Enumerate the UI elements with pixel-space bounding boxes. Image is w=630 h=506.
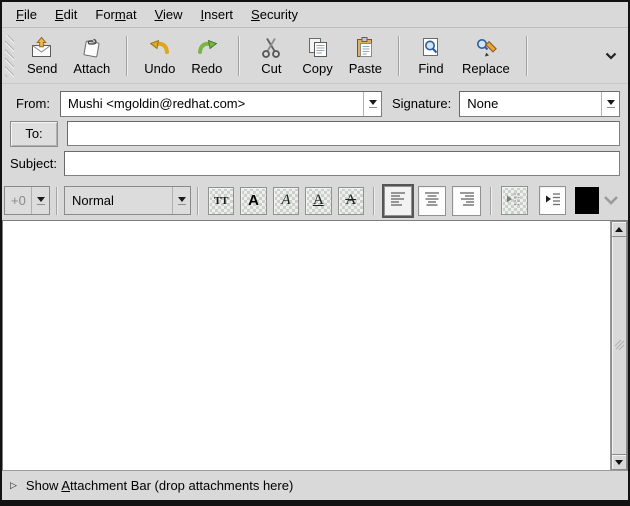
find-icon	[418, 34, 444, 61]
toolbar-grip[interactable]	[5, 35, 14, 77]
cut-icon	[258, 34, 284, 61]
format-toolbar: +0 Normal TT A A A A	[2, 181, 628, 220]
menu-security[interactable]: Security	[242, 4, 307, 25]
menu-insert[interactable]: Insert	[192, 4, 243, 25]
undo-button[interactable]: Undo	[136, 32, 183, 80]
indent-button[interactable]	[539, 186, 566, 215]
menu-file[interactable]: File	[7, 4, 46, 25]
arrow-up-icon	[615, 227, 623, 232]
signature-value: None	[460, 92, 601, 116]
attach-icon	[79, 34, 105, 61]
menu-format[interactable]: Format	[86, 4, 145, 25]
header-fields: From: Mushi <mgoldin@redhat.com> Signatu…	[2, 84, 628, 181]
menubar: File Edit Format View Insert Security	[2, 2, 628, 28]
subject-entry	[64, 151, 620, 176]
subject-input[interactable]	[65, 153, 619, 174]
font-color-button[interactable]	[575, 187, 599, 214]
from-combobox[interactable]: Mushi <mgoldin@redhat.com>	[60, 91, 382, 117]
toolbar-separator	[126, 36, 128, 76]
from-row: From: Mushi <mgoldin@redhat.com> Signatu…	[10, 90, 620, 117]
indent-icon	[544, 190, 562, 211]
align-left-button[interactable]	[384, 186, 412, 216]
redo-button[interactable]: Redo	[183, 32, 230, 80]
toolbar-overflow-button[interactable]	[599, 44, 623, 67]
unindent-icon	[505, 190, 523, 211]
font-size-combo-arrow-icon[interactable]	[31, 187, 49, 214]
paragraph-style-combo-arrow-icon[interactable]	[172, 187, 190, 214]
align-right-button[interactable]	[452, 186, 480, 216]
font-size-combobox[interactable]: +0	[4, 186, 50, 215]
to-button[interactable]: To:	[10, 121, 58, 147]
chevron-down-icon	[605, 48, 617, 63]
from-label: From:	[10, 96, 60, 111]
bold-icon: A	[248, 192, 259, 209]
menu-edit[interactable]: Edit	[46, 4, 86, 25]
signature-combobox[interactable]: None	[459, 91, 620, 117]
from-combo-arrow-icon[interactable]	[363, 92, 381, 116]
typewriter-icon: TT	[214, 195, 229, 207]
main-toolbar: Send Attach Undo	[2, 28, 628, 84]
find-button[interactable]: Find	[408, 32, 454, 80]
paragraph-style-value: Normal	[65, 187, 172, 214]
scroll-down-button[interactable]	[611, 454, 627, 470]
format-overflow-button[interactable]	[599, 191, 623, 210]
attachment-bar[interactable]: ▷ Show Attachment Bar (drop attachments …	[2, 471, 628, 500]
subject-row: Subject:	[10, 150, 620, 177]
attachment-bar-label: Show Attachment Bar (drop attachments he…	[26, 478, 293, 493]
align-left-icon	[389, 190, 407, 211]
to-row: To:	[10, 120, 620, 147]
italic-button[interactable]: A	[273, 187, 299, 215]
signature-label: Signature:	[390, 96, 459, 111]
send-icon	[29, 34, 55, 61]
strikethrough-button[interactable]: A	[338, 187, 364, 215]
editor-area	[2, 220, 628, 471]
bold-button[interactable]: A	[240, 187, 266, 215]
paste-icon	[352, 34, 378, 61]
replace-button[interactable]: Replace	[454, 32, 518, 80]
font-size-value: +0	[5, 187, 31, 214]
chevron-down-icon	[603, 193, 619, 208]
redo-icon	[194, 34, 220, 61]
copy-icon	[305, 34, 331, 61]
underline-icon: A	[313, 192, 324, 209]
strikethrough-icon: A	[345, 192, 356, 209]
scroll-thumb[interactable]	[611, 237, 627, 454]
attach-button[interactable]: Attach	[65, 32, 118, 80]
align-center-icon	[423, 190, 441, 211]
to-input[interactable]	[68, 123, 619, 144]
format-separator	[490, 187, 492, 215]
align-right-icon	[458, 190, 476, 211]
menu-view[interactable]: View	[146, 4, 192, 25]
unindent-button[interactable]	[501, 186, 528, 215]
toolbar-separator	[526, 36, 528, 76]
format-separator	[56, 187, 58, 215]
toolbar-separator	[398, 36, 400, 76]
arrow-down-icon	[615, 460, 623, 465]
subject-label: Subject:	[10, 156, 60, 171]
undo-icon	[147, 34, 173, 61]
italic-icon: A	[281, 192, 290, 209]
from-value: Mushi <mgoldin@redhat.com>	[61, 92, 363, 116]
toolbar-separator	[238, 36, 240, 76]
paste-button[interactable]: Paste	[341, 32, 390, 80]
expander-triangle-icon[interactable]: ▷	[10, 481, 17, 490]
mail-composer-window: File Edit Format View Insert Security Se…	[0, 0, 630, 506]
signature-combo-arrow-icon[interactable]	[601, 92, 619, 116]
format-separator	[373, 187, 375, 215]
replace-icon	[473, 34, 499, 61]
align-center-button[interactable]	[418, 186, 446, 216]
format-separator	[197, 187, 199, 215]
scroll-up-button[interactable]	[611, 221, 627, 237]
thumb-grip-icon	[614, 337, 625, 354]
cut-button[interactable]: Cut	[248, 32, 294, 80]
typewriter-button[interactable]: TT	[208, 187, 234, 215]
send-button[interactable]: Send	[19, 32, 65, 80]
paragraph-style-combobox[interactable]: Normal	[64, 186, 191, 215]
copy-button[interactable]: Copy	[294, 32, 340, 80]
message-body[interactable]	[3, 221, 610, 470]
to-entry	[67, 121, 620, 146]
underline-button[interactable]: A	[305, 187, 331, 215]
scrollbar[interactable]	[610, 221, 627, 470]
